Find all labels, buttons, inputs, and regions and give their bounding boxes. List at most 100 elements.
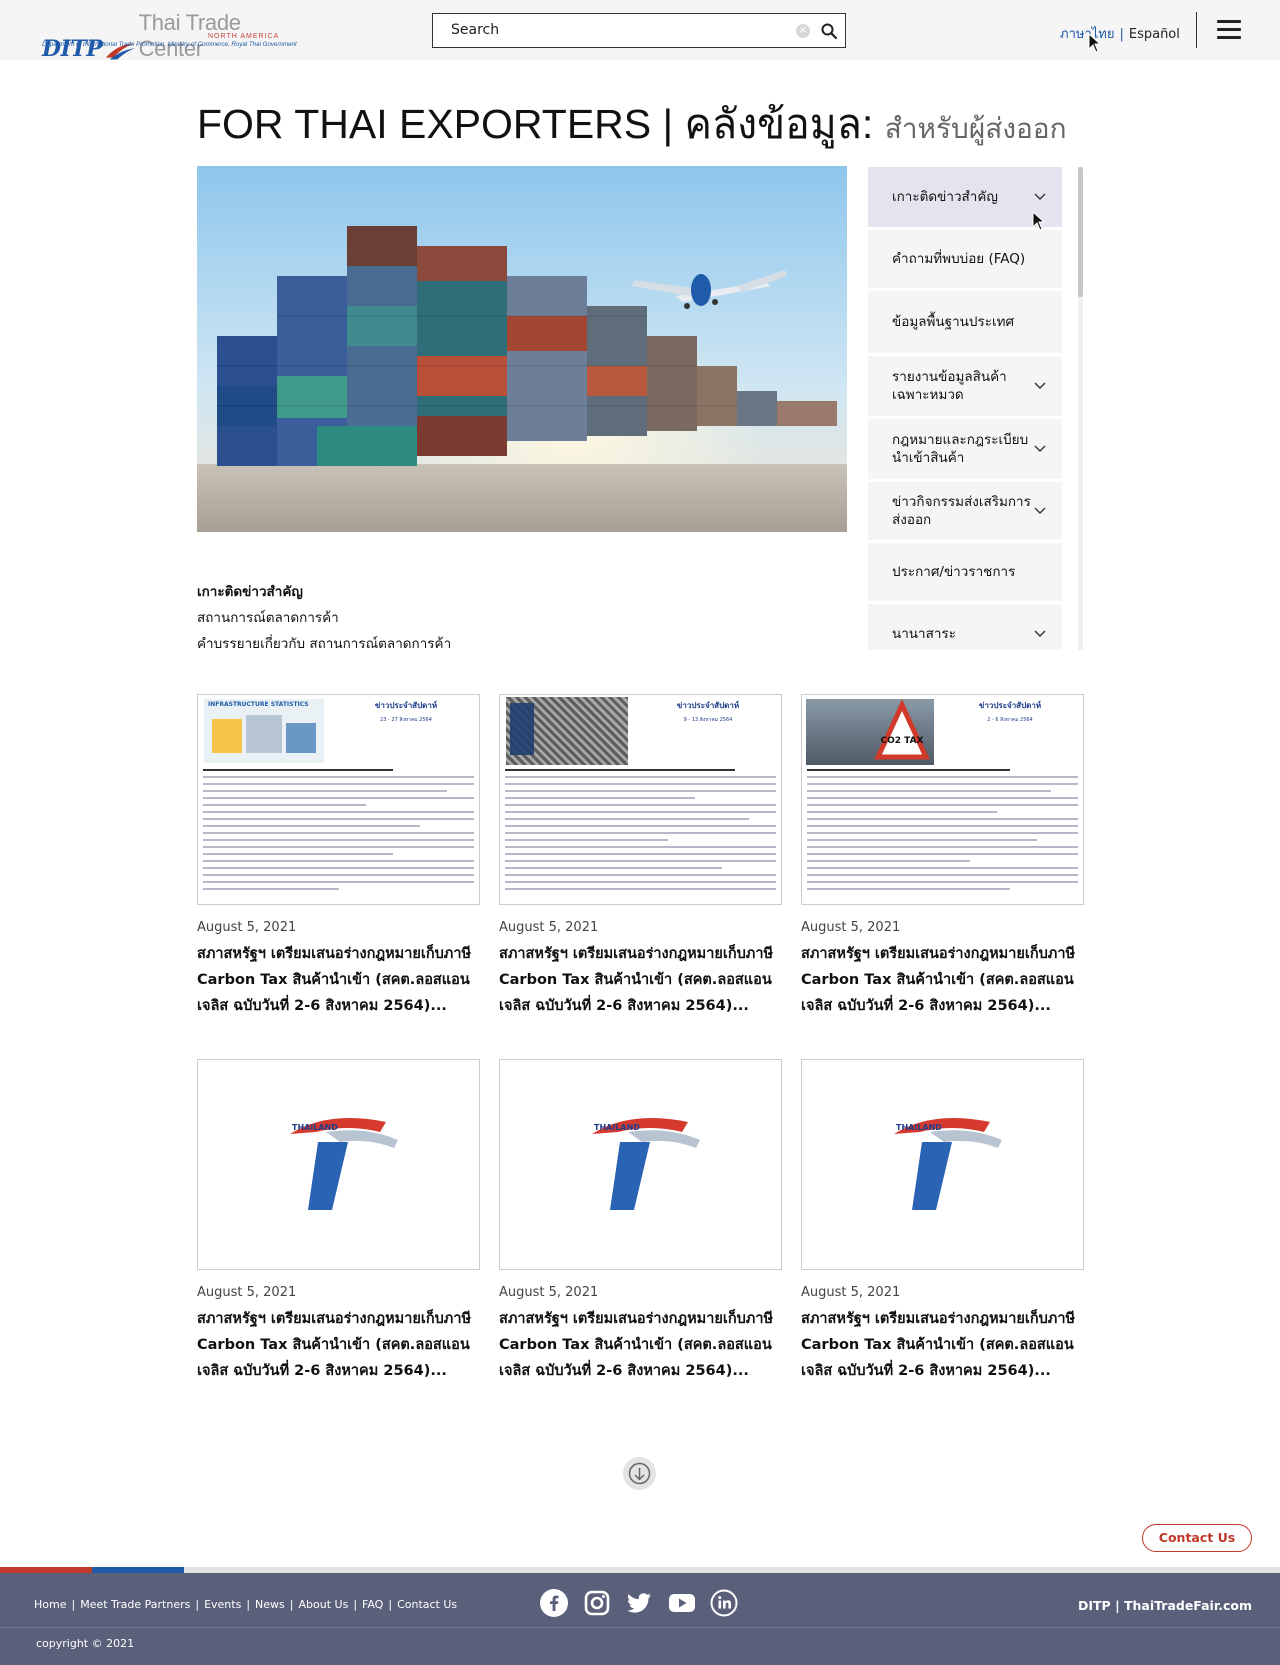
logo-brand: DITP (42, 36, 103, 62)
sidebar-item-label: ข้อมูลพื้นฐานประเทศ (892, 314, 1015, 330)
sidebar-item-label: ประกาศ/ข่าวราชการ (892, 564, 1016, 580)
scroll-down-button[interactable] (623, 1457, 656, 1490)
sidebar-item-export-promotion-news[interactable]: ข่าวกิจกรรมส่งเสริมการส่งออก (868, 482, 1062, 540)
footer-link-about-us[interactable]: About Us (299, 1598, 349, 1611)
doc-dates: 9 - 13 สิงหาคม 2564 (683, 717, 733, 723)
section-heading: เกาะติดข่าวสำคัญ (197, 584, 303, 600)
linkedin-icon[interactable] (710, 1589, 738, 1617)
sidebar-item-import-regulations[interactable]: กฎหมายและกฎระเบียบนำเข้าสินค้า (868, 419, 1062, 479)
sidebar-item-label: รายงานข้อมูลสินค้าเฉพาะหมวด (892, 369, 1007, 403)
sidebar-item-country-info[interactable]: ข้อมูลพื้นฐานประเทศ (868, 291, 1062, 353)
sidebar-item-label: เกาะติดข่าวสำคัญ (892, 189, 998, 205)
logo-text: THAILAND (594, 1123, 640, 1132)
news-card[interactable]: THAILAND August 5, 2021 สภาสหรัฐฯ เตรียม… (197, 1059, 480, 1384)
language-separator: | (1119, 27, 1124, 42)
search-icon[interactable] (820, 22, 838, 40)
news-card[interactable]: THAILAND August 5, 2021 สภาสหรัฐฯ เตรียม… (801, 1059, 1084, 1384)
doc-title: ข่าวประจำสัปดาห์ (676, 701, 740, 710)
logo-tagline: Department of International Trade Promot… (42, 41, 297, 48)
page-title-main: FOR THAI EXPORTERS | คลังข้อมูล: (197, 101, 874, 147)
doc-title: ข่าวประจำสัปดาห์ (374, 701, 438, 710)
card-date: August 5, 2021 (499, 1285, 599, 1300)
thailand-trust-logo-thumbnail[interactable]: THAILAND (499, 1059, 782, 1270)
sidebar-item-product-reports[interactable]: รายงานข้อมูลสินค้าเฉพาะหมวด (868, 356, 1062, 416)
newsletter-infrastructure-thumbnail[interactable]: INFRASTRUCTURE STATISTICS ข่าวประจำสัปดา… (197, 694, 480, 905)
thailand-trust-logo-thumbnail[interactable]: THAILAND (197, 1059, 480, 1270)
contact-us-button[interactable]: Contact Us (1142, 1524, 1252, 1552)
footer-link-home[interactable]: Home (34, 1598, 66, 1611)
logo-region: NORTH AMERICA (208, 33, 280, 40)
chevron-down-icon (1034, 630, 1046, 637)
doc-dates: 23 - 27 สิงหาคม 2564 (380, 717, 432, 723)
card-title[interactable]: สภาสหรัฐฯ เตรียมเสนอร่างกฎหมายเก็บภาษี C… (801, 1306, 1084, 1384)
chevron-down-icon (1034, 382, 1046, 389)
card-date: August 5, 2021 (499, 920, 599, 935)
social-links (540, 1589, 753, 1617)
mouse-cursor-icon (1032, 211, 1046, 231)
copyright: copyright © 2021 (36, 1637, 135, 1650)
logo-text: THAILAND (896, 1123, 942, 1132)
logo-text: THAILAND (292, 1123, 338, 1132)
footer-nav: Home | Meet Trade Partners | Events | News | Abo… (34, 1598, 458, 1611)
doc-badge: INFRASTRUCTURE STATISTICS (208, 701, 309, 708)
chevron-down-icon (1034, 445, 1046, 452)
card-title[interactable]: สภาสหรัฐฯ เตรียมเสนอร่างกฎหมายเก็บภาษี C… (801, 941, 1084, 1019)
language-spanish-link[interactable]: Español (1129, 27, 1180, 42)
ditp-logo[interactable]: DITP Thai Trade Center NORTH AMERICA Dep… (42, 10, 302, 62)
chevron-down-icon (1034, 507, 1046, 514)
news-card[interactable]: ข่าวประจำสัปดาห์ 9 - 13 สิงหาคม 2564 Aug… (499, 694, 782, 1019)
doc-title: ข่าวประจำสัปดาห์ (978, 701, 1042, 710)
card-title[interactable]: สภาสหรัฐฯ เตรียมเสนอร่างกฎหมายเก็บภาษี C… (499, 941, 782, 1019)
footer-link-news[interactable]: News (255, 1598, 285, 1611)
sidebar-item-announcements[interactable]: ประกาศ/ข่าวราชการ (868, 543, 1062, 601)
footer-link-events[interactable]: Events (204, 1598, 241, 1611)
newsletter-carbon-tax-thumbnail[interactable]: CO2 TAX ข่าวประจำสัปดาห์ 2 - 6 สิงหาคม 2… (801, 694, 1084, 905)
sidebar-scrollbar[interactable] (1078, 167, 1083, 650)
thailand-logo-icon: THAILAND (290, 1118, 398, 1210)
page-title: FOR THAI EXPORTERS | คลังข้อมูล: สำหรับผ… (197, 92, 1067, 157)
sidebar-item-miscellaneous[interactable]: นานาสาระ (868, 604, 1062, 650)
footer-link-contact-us[interactable]: Contact Us (397, 1598, 457, 1611)
youtube-icon[interactable] (668, 1589, 696, 1617)
thailand-logo-icon: THAILAND (592, 1118, 700, 1210)
facebook-icon[interactable] (540, 1589, 568, 1617)
doc-dates: 2 - 6 สิงหาคม 2564 (987, 717, 1033, 723)
search-value: Search (451, 22, 500, 38)
sidebar-item-label: ข่าวกิจกรรมส่งเสริมการส่งออก (892, 494, 1031, 528)
footer-link-faq[interactable]: FAQ (362, 1598, 383, 1611)
hero-image (197, 166, 847, 532)
search-input[interactable]: Search × (432, 13, 846, 48)
thailand-trust-logo-thumbnail[interactable]: THAILAND (801, 1059, 1084, 1270)
sidebar-menu: เกาะติดข่าวสำคัญ คำถามที่พบบ่อย (FAQ) ข้… (868, 167, 1062, 650)
sidebar-item-label: คำถามที่พบบ่อย (FAQ) (892, 251, 1026, 267)
card-title[interactable]: สภาสหรัฐฯ เตรียมเสนอร่างกฎหมายเก็บภาษี C… (197, 941, 480, 1019)
news-card[interactable]: THAILAND August 5, 2021 สภาสหรัฐฯ เตรียม… (499, 1059, 782, 1384)
news-card[interactable]: INFRASTRUCTURE STATISTICS ข่าวประจำสัปดา… (197, 694, 480, 1019)
instagram-icon[interactable] (583, 1589, 611, 1617)
mouse-cursor-icon (1088, 33, 1102, 53)
footer-link-meet-trade-partners[interactable]: Meet Trade Partners (80, 1598, 190, 1611)
sidebar-item-label: กฎหมายและกฎระเบียบนำเข้าสินค้า (892, 432, 1029, 466)
section-category: สถานการณ์ตลาดการค้า (197, 610, 339, 626)
clear-search-icon[interactable]: × (796, 24, 810, 38)
chevron-down-icon (1034, 193, 1046, 200)
footer-brand[interactable]: DITP | ThaiTradeFair.com (1078, 1598, 1252, 1613)
card-title[interactable]: สภาสหรัฐฯ เตรียมเสนอร่างกฎหมายเก็บภาษี C… (197, 1306, 480, 1384)
page-subtitle: สำหรับผู้ส่งออก (884, 113, 1067, 144)
newsletter-seafood-thumbnail[interactable]: ข่าวประจำสัปดาห์ 9 - 13 สิงหาคม 2564 (499, 694, 782, 905)
thailand-logo-icon: THAILAND (894, 1118, 1002, 1210)
hamburger-menu-icon[interactable] (1217, 20, 1241, 40)
section-description: คำบรรยายเกี่ยวกับ สถานการณ์ตลาดการค้า (197, 636, 452, 652)
card-date: August 5, 2021 (801, 1285, 901, 1300)
footer-divider (0, 1627, 1280, 1628)
card-date: August 5, 2021 (197, 920, 297, 935)
card-date: August 5, 2021 (197, 1285, 297, 1300)
header-divider (1196, 12, 1197, 48)
card-title[interactable]: สภาสหรัฐฯ เตรียมเสนอร่างกฎหมายเก็บภาษี C… (499, 1306, 782, 1384)
twitter-icon[interactable] (625, 1589, 653, 1617)
sidebar-scrollbar-thumb[interactable] (1078, 167, 1083, 297)
news-card[interactable]: CO2 TAX ข่าวประจำสัปดาห์ 2 - 6 สิงหาคม 2… (801, 694, 1084, 1019)
card-date: August 5, 2021 (801, 920, 901, 935)
sidebar-item-faq[interactable]: คำถามที่พบบ่อย (FAQ) (868, 230, 1062, 288)
language-switcher: ภาษาไทย | Español (1060, 23, 1180, 44)
